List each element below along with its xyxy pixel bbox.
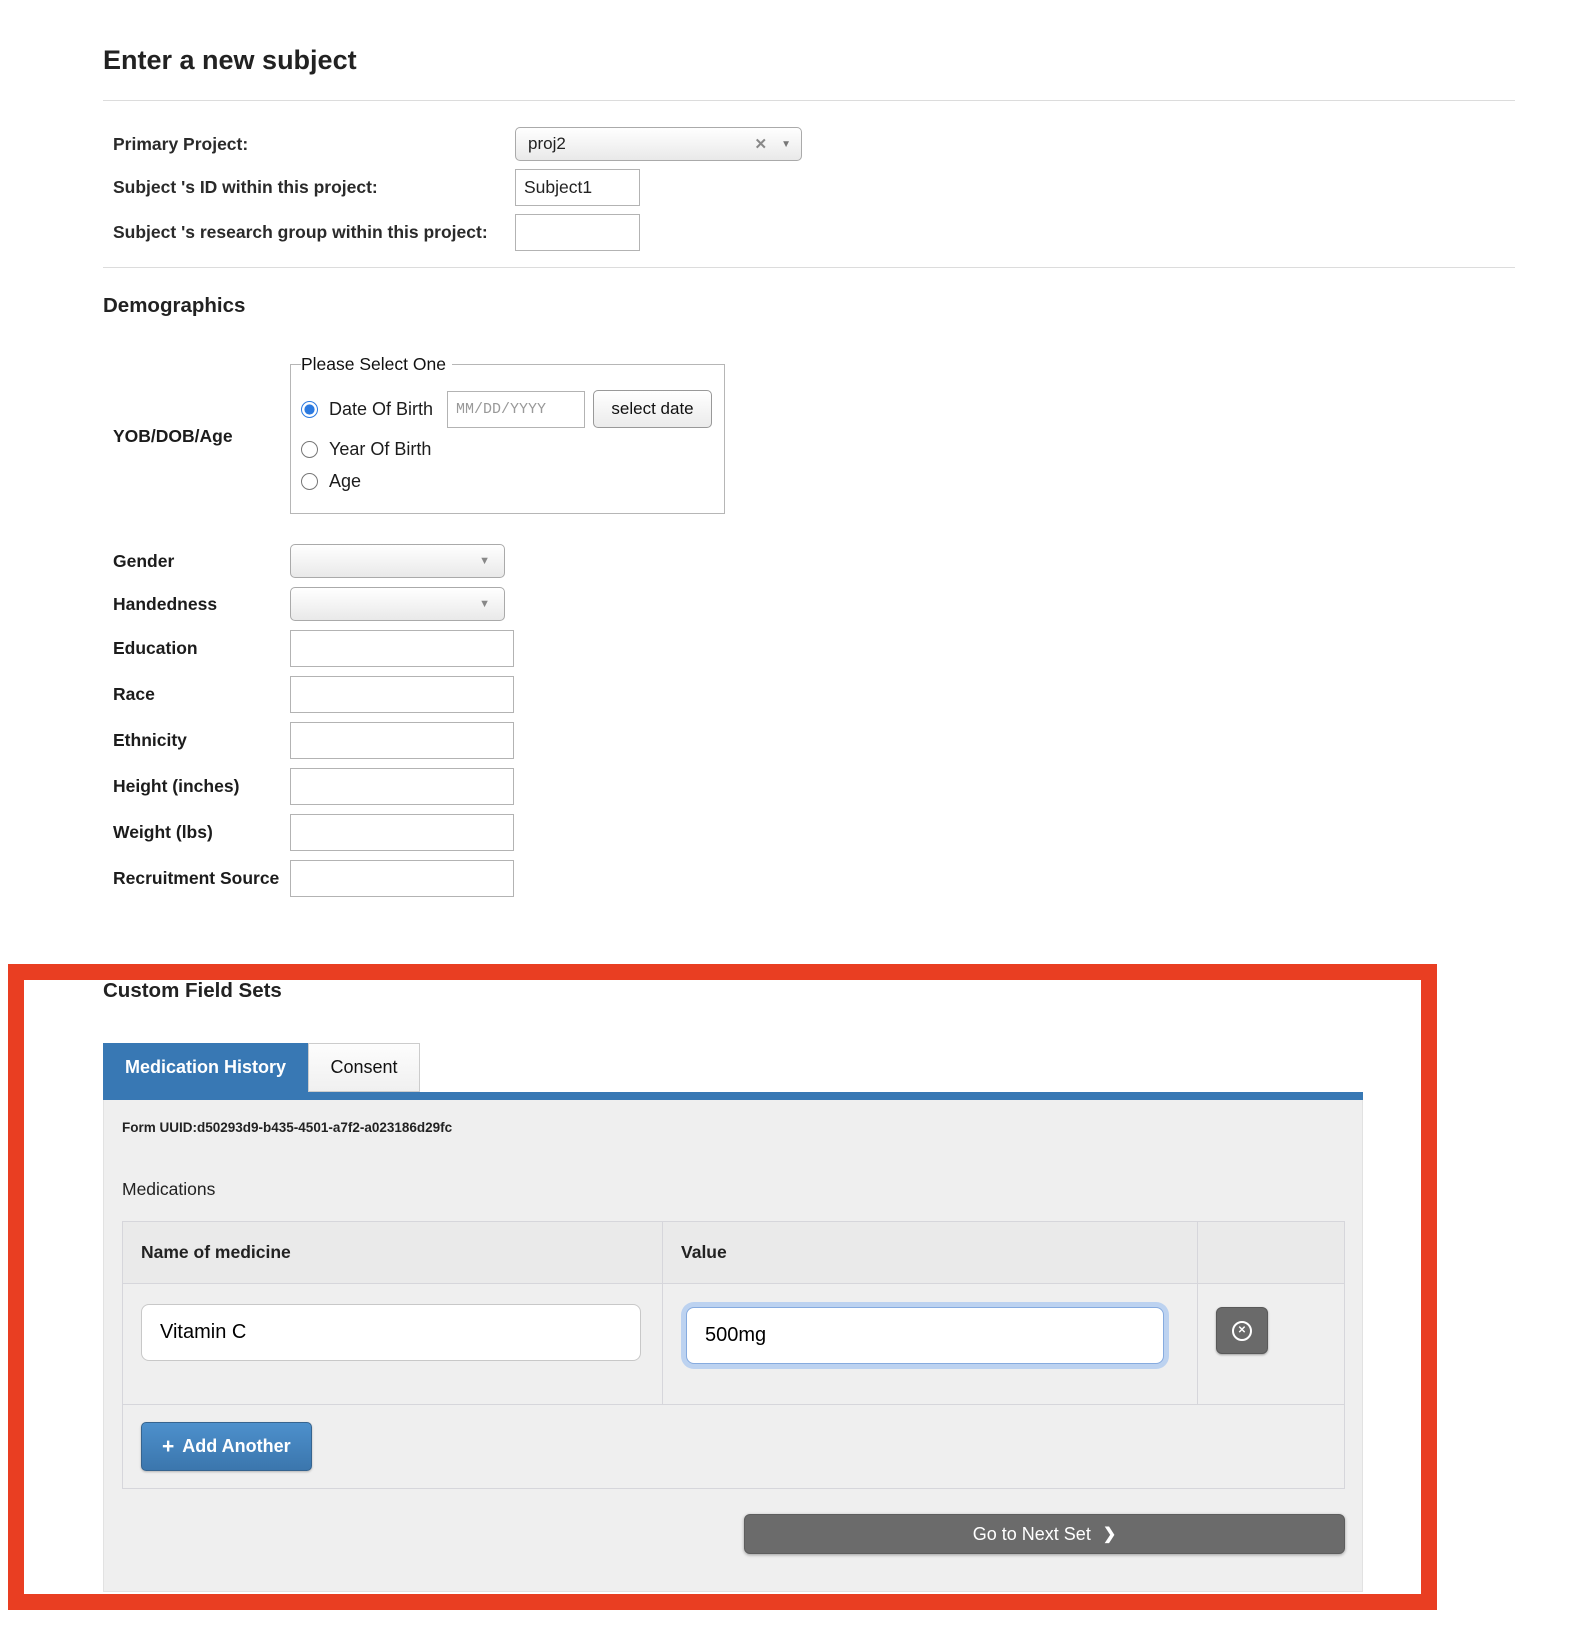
gender-row: Gender ▼ (103, 544, 1515, 578)
add-another-button[interactable]: + Add Another (141, 1422, 312, 1471)
custom-field-sets-heading: Custom Field Sets (103, 979, 1515, 1003)
column-header-actions (1198, 1222, 1344, 1283)
research-group-row: Subject 's research group within this pr… (103, 214, 1515, 251)
go-to-next-set-label: Go to Next Set (973, 1524, 1091, 1545)
select-date-button[interactable]: select date (593, 390, 712, 428)
age-option-row: Age (301, 471, 724, 492)
year-of-birth-label: Year Of Birth (329, 439, 431, 460)
chevron-right-icon: ❯ (1103, 1524, 1116, 1544)
form-uuid-text: Form UUID:d50293d9-b435-4501-a7f2-a02318… (122, 1120, 1344, 1135)
field-set-tabs: Medication History Consent (103, 1043, 1515, 1092)
handedness-select[interactable]: ▼ (290, 587, 505, 621)
height-label: Height (inches) (103, 776, 290, 797)
education-row: Education (103, 630, 1515, 667)
clear-selection-icon[interactable]: ✕ (755, 135, 768, 153)
medicine-value-cell (663, 1284, 1198, 1404)
weight-label: Weight (lbs) (103, 822, 290, 843)
recruitment-source-label: Recruitment Source (103, 868, 290, 889)
education-label: Education (103, 638, 290, 659)
page-content: Enter a new subject Primary Project: pro… (103, 0, 1515, 1592)
medication-history-panel: Form UUID:d50293d9-b435-4501-a7f2-a02318… (103, 1100, 1363, 1592)
recruitment-source-row: Recruitment Source (103, 860, 1515, 897)
handedness-row: Handedness ▼ (103, 587, 1515, 621)
chevron-down-icon: ▼ (479, 598, 490, 610)
tab-consent[interactable]: Consent (308, 1043, 420, 1092)
weight-row: Weight (lbs) (103, 814, 1515, 851)
medicine-name-cell (123, 1284, 663, 1404)
ethnicity-input[interactable] (290, 722, 514, 759)
race-label: Race (103, 684, 290, 705)
date-of-birth-radio[interactable] (301, 401, 318, 418)
age-label: Age (329, 471, 361, 492)
medicine-value-input[interactable] (686, 1307, 1164, 1364)
date-of-birth-option-row: Date Of Birth select date (301, 390, 724, 428)
race-input[interactable] (290, 676, 514, 713)
chevron-down-icon: ▼ (781, 139, 791, 150)
demographics-heading: Demographics (103, 294, 1515, 318)
primary-project-label: Primary Project: (103, 134, 515, 155)
year-of-birth-option-row: Year Of Birth (301, 439, 724, 460)
ethnicity-row: Ethnicity (103, 722, 1515, 759)
research-group-input[interactable] (515, 214, 640, 251)
medications-label: Medications (122, 1179, 1344, 1200)
gender-select[interactable]: ▼ (290, 544, 505, 578)
primary-project-row: Primary Project: proj2 ✕ ▼ (103, 127, 1515, 161)
education-input[interactable] (290, 630, 514, 667)
next-set-row: Go to Next Set ❯ (122, 1514, 1345, 1554)
age-radio[interactable] (301, 473, 318, 490)
date-of-birth-label: Date Of Birth (329, 399, 433, 420)
subject-id-row: Subject 's ID within this project: (103, 169, 1515, 206)
column-header-name: Name of medicine (123, 1222, 663, 1283)
race-row: Race (103, 676, 1515, 713)
recruitment-source-input[interactable] (290, 860, 514, 897)
go-to-next-set-button[interactable]: Go to Next Set ❯ (744, 1514, 1345, 1554)
subject-id-label: Subject 's ID within this project: (103, 177, 515, 198)
date-of-birth-input[interactable] (447, 391, 585, 428)
year-of-birth-radio[interactable] (301, 441, 318, 458)
handedness-label: Handedness (103, 594, 290, 615)
medications-table: Name of medicine Value ✕ (122, 1221, 1345, 1489)
divider (103, 267, 1515, 268)
yob-dob-age-label: YOB/DOB/Age (103, 354, 290, 514)
row-actions-cell: ✕ (1198, 1284, 1344, 1404)
add-another-label: Add Another (182, 1436, 290, 1457)
yob-dob-age-row: YOB/DOB/Age Please Select One Date Of Bi… (103, 354, 1515, 514)
please-select-one-fieldset: Please Select One Date Of Birth select d… (290, 354, 725, 514)
page-title: Enter a new subject (103, 0, 1515, 76)
chevron-down-icon: ▼ (479, 555, 490, 567)
research-group-label: Subject 's research group within this pr… (103, 222, 515, 243)
divider (103, 100, 1515, 101)
medications-table-header: Name of medicine Value (123, 1222, 1344, 1284)
fieldset-legend: Please Select One (301, 354, 452, 375)
active-tab-bar (103, 1092, 1363, 1100)
subject-form: Primary Project: proj2 ✕ ▼ Subject 's ID… (103, 127, 1515, 251)
tab-medication-history[interactable]: Medication History (103, 1043, 308, 1092)
remove-row-icon: ✕ (1232, 1321, 1252, 1341)
primary-project-value: proj2 (528, 134, 755, 154)
ethnicity-label: Ethnicity (103, 730, 290, 751)
primary-project-select[interactable]: proj2 ✕ ▼ (515, 127, 802, 161)
custom-field-sets-section: Custom Field Sets Medication History Con… (103, 979, 1515, 1592)
gender-label: Gender (103, 551, 290, 572)
height-input[interactable] (290, 768, 514, 805)
subject-id-input[interactable] (515, 169, 640, 206)
plus-icon: + (162, 1436, 174, 1457)
table-row: ✕ (123, 1284, 1344, 1405)
column-header-value: Value (663, 1222, 1198, 1283)
remove-row-button[interactable]: ✕ (1216, 1307, 1268, 1354)
medications-table-footer: + Add Another (123, 1405, 1344, 1488)
medicine-name-input[interactable] (141, 1304, 641, 1361)
weight-input[interactable] (290, 814, 514, 851)
height-row: Height (inches) (103, 768, 1515, 805)
